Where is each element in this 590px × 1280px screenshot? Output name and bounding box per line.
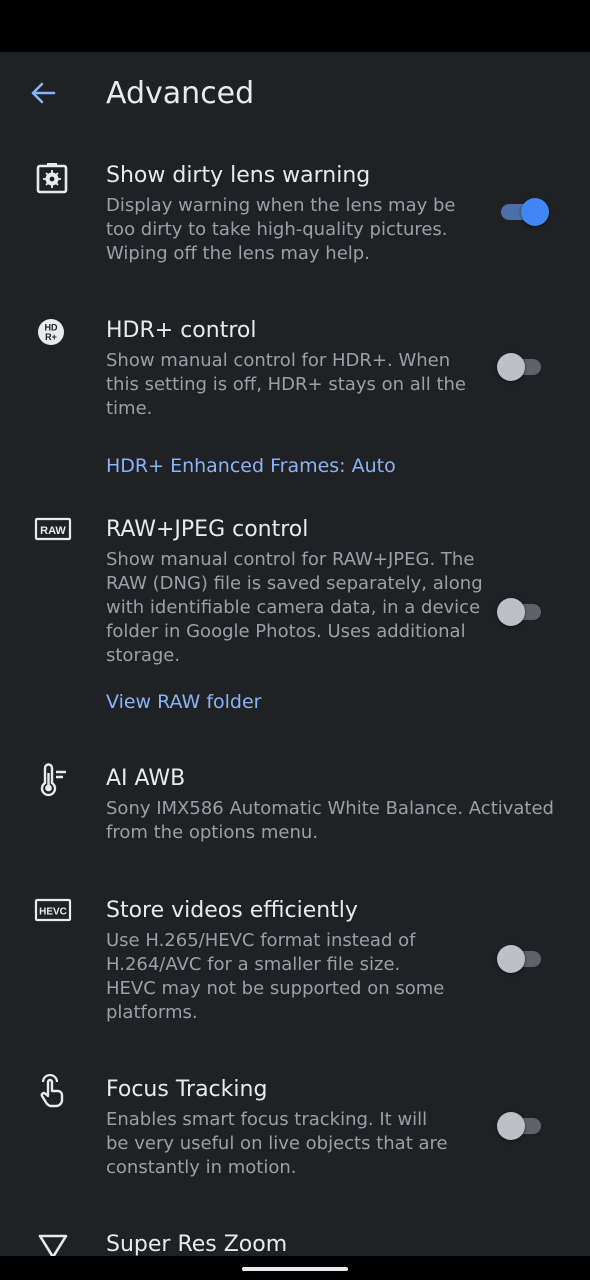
raw-icon: RAW	[34, 517, 72, 541]
status-bar	[0, 0, 590, 52]
hevc-icon: HEVC	[34, 898, 72, 922]
setting-super-res-zoom[interactable]: Super Res Zoom	[0, 1229, 590, 1256]
svg-text:RAW: RAW	[40, 525, 66, 537]
view-raw-folder-link[interactable]: View RAW folder	[106, 689, 262, 715]
setting-description: Use H.265/HEVC format instead of H.264/A…	[106, 930, 445, 1023]
store-videos-toggle[interactable]	[497, 943, 545, 975]
triangle-icon	[38, 1234, 68, 1256]
setting-dirty-lens[interactable]: Show dirty lens warning Display warning …	[0, 160, 590, 270]
setting-title: Show dirty lens warning	[106, 163, 371, 188]
setting-title: HDR+ control	[106, 318, 257, 343]
setting-description: Show manual control for RAW+JPEG. The RA…	[106, 549, 483, 666]
setting-hdr-control[interactable]: HD R+ HDR+ control Show manual control f…	[0, 315, 590, 425]
thermometer-icon	[40, 763, 66, 797]
home-gesture-handle[interactable]	[242, 1267, 348, 1271]
setting-title: AI AWB	[106, 766, 186, 791]
hdr-plus-icon: HD R+	[38, 319, 64, 345]
hdr-control-toggle[interactable]	[497, 351, 545, 383]
app-bar: Advanced	[0, 52, 590, 136]
dirty-lens-toggle[interactable]	[497, 196, 549, 228]
svg-text:HEVC: HEVC	[39, 907, 67, 918]
setting-description: Enables smart focus tracking. It will be…	[106, 1109, 448, 1178]
setting-description: Sony IMX586 Automatic White Balance. Act…	[106, 798, 554, 843]
svg-text:HD: HD	[45, 323, 58, 333]
focus-tracking-toggle[interactable]	[497, 1110, 545, 1142]
raw-jpeg-toggle[interactable]	[497, 596, 545, 628]
setting-description: Display warning when the lens may be too…	[106, 195, 456, 264]
dirty-lens-icon	[36, 163, 68, 194]
setting-title: RAW+JPEG control	[106, 517, 309, 542]
navigation-bar	[0, 1256, 590, 1280]
setting-raw-jpeg[interactable]: RAW RAW+JPEG control Show manual control…	[0, 514, 590, 669]
setting-ai-awb[interactable]: AI AWB Sony IMX586 Automatic White Balan…	[0, 763, 590, 848]
setting-focus-tracking[interactable]: Focus Tracking Enables smart focus track…	[0, 1074, 590, 1184]
touch-hand-icon	[40, 1074, 64, 1108]
setting-title: Super Res Zoom	[106, 1232, 288, 1256]
hdr-enhanced-frames-link[interactable]: HDR+ Enhanced Frames: Auto	[106, 453, 396, 479]
back-arrow-icon[interactable]	[26, 76, 60, 110]
setting-title: Focus Tracking	[106, 1077, 268, 1102]
page-title: Advanced	[106, 76, 255, 111]
setting-store-videos[interactable]: HEVC Store videos efficiently Use H.265/…	[0, 895, 590, 1025]
setting-description: Show manual control for HDR+. When this …	[106, 350, 467, 419]
setting-title: Store videos efficiently	[106, 898, 358, 923]
svg-text:R+: R+	[45, 332, 57, 342]
